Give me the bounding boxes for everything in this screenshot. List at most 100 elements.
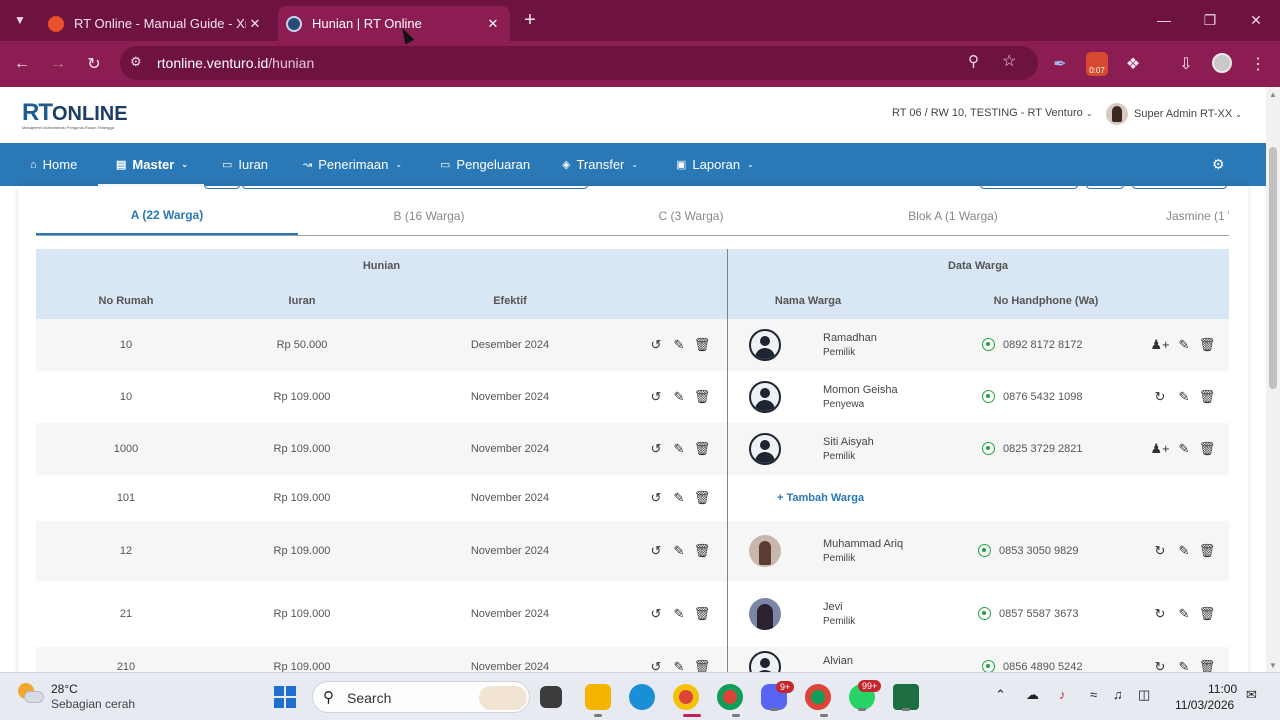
windows-start-icon[interactable]	[274, 686, 296, 708]
site-info-icon[interactable]: ⚙	[130, 54, 148, 72]
history-icon[interactable]: ↺	[648, 337, 664, 353]
trash-icon[interactable]: 🗑	[694, 337, 711, 353]
edit-icon[interactable]: ✎	[1176, 606, 1192, 622]
clipped-button[interactable]	[1132, 182, 1227, 189]
scroll-thumb[interactable]	[1269, 147, 1277, 389]
battery-icon[interactable]: ◫	[1138, 687, 1150, 703]
wifi-icon[interactable]: ≈	[1090, 687, 1097, 702]
clipped-button[interactable]	[1086, 182, 1124, 189]
nav-pengeluaran[interactable]: ▭ Pengeluaran	[440, 143, 530, 186]
trash-icon[interactable]: 🗑	[694, 441, 711, 457]
whatsapp-icon[interactable]	[982, 660, 995, 672]
clipped-button[interactable]	[980, 182, 1078, 189]
history-icon[interactable]: ↺	[648, 606, 664, 622]
whatsapp-icon[interactable]	[982, 338, 995, 351]
tab-close-icon[interactable]: ✕	[246, 16, 264, 32]
clipped-search-field[interactable]	[242, 182, 588, 189]
clipped-control[interactable]	[204, 182, 240, 189]
trash-icon[interactable]: 🗑	[1199, 659, 1216, 672]
address-bar[interactable]: ⚙ rtonline.venturo.id/hunian ⚲ ☆	[120, 46, 1038, 80]
edit-icon[interactable]: ✎	[671, 606, 687, 622]
url-text[interactable]: rtonline.venturo.id/hunian	[157, 55, 314, 71]
trash-icon[interactable]: 🗑	[694, 543, 711, 559]
add-person-icon[interactable]: ♟+	[1150, 441, 1169, 457]
trash-icon[interactable]: 🗑	[1199, 389, 1216, 405]
whatsapp-icon[interactable]	[978, 544, 991, 557]
reload-icon[interactable]: ↻	[81, 51, 107, 77]
refresh-icon[interactable]: ↻	[1152, 606, 1168, 622]
scroll-up-icon[interactable]: ▲	[1269, 90, 1277, 99]
close-window-icon[interactable]: ✕	[1236, 6, 1276, 34]
nav-iuran[interactable]: ▭ Iuran	[222, 143, 268, 186]
task-view-icon[interactable]	[540, 686, 562, 708]
tab-search-chevron-icon[interactable]: ▼	[6, 8, 34, 32]
onedrive-cloud-icon[interactable]: ☁	[1026, 687, 1039, 703]
tray-chevron-up-icon[interactable]: ⌃	[995, 687, 1006, 703]
feather-extension-icon[interactable]: ✒	[1047, 51, 1073, 77]
nav-penerimaan[interactable]: ↝ Penerimaan ⌄	[303, 143, 402, 186]
edit-icon[interactable]: ✎	[1176, 389, 1192, 405]
tab-close-icon[interactable]: ✕	[484, 16, 502, 32]
back-arrow-icon[interactable]: ←	[9, 51, 35, 77]
history-icon[interactable]: ↺	[648, 543, 664, 559]
tab-blok-c[interactable]: C (3 Warga)	[560, 196, 822, 235]
nav-master[interactable]: ▤ Master ⌄	[116, 143, 188, 186]
tab-blok-b[interactable]: B (16 Warga)	[298, 196, 560, 235]
whatsapp-icon[interactable]	[978, 607, 991, 620]
clock-date[interactable]: 11/03/2026	[1175, 698, 1234, 712]
volume-icon[interactable]: ♫	[1113, 687, 1123, 702]
trash-icon[interactable]: 🗑	[694, 659, 711, 672]
tab-jasmine[interactable]: Jasmine (1 W	[1084, 196, 1229, 235]
trash-icon[interactable]: 🗑	[694, 606, 711, 622]
microphone-icon[interactable]: ♪	[1059, 687, 1066, 702]
history-icon[interactable]: ↺	[648, 490, 664, 506]
nav-home[interactable]: ⌂ Home	[30, 143, 77, 186]
user-menu[interactable]: Super Admin RT-XX ⌄	[1106, 103, 1242, 125]
history-icon[interactable]: ↺	[648, 389, 664, 405]
rtonline-logo[interactable]: RTONLINE Manajemen Administrasi Pengurus…	[22, 99, 128, 130]
history-icon[interactable]: ↺	[648, 659, 664, 672]
edit-icon[interactable]: ✎	[671, 659, 687, 672]
profile-avatar[interactable]	[1212, 53, 1232, 73]
edit-icon[interactable]: ✎	[671, 389, 687, 405]
taskbar-search[interactable]: ⚲ Search	[312, 681, 530, 713]
edit-icon[interactable]: ✎	[671, 490, 687, 506]
extensions-puzzle-icon[interactable]: ❖	[1120, 51, 1146, 77]
add-person-icon[interactable]: ♟+	[1150, 337, 1169, 353]
nav-transfer[interactable]: ◈ Transfer ⌄	[562, 143, 638, 186]
zoom-magnifier-icon[interactable]: ⚲	[968, 52, 979, 70]
history-icon[interactable]: ↺	[648, 441, 664, 457]
forward-arrow-icon[interactable]: →	[45, 51, 71, 77]
bookmark-star-icon[interactable]: ☆	[1002, 51, 1016, 71]
warga-name[interactable]: Alvian	[823, 655, 853, 667]
refresh-icon[interactable]: ↻	[1152, 389, 1168, 405]
trash-icon[interactable]: 🗑	[1199, 606, 1216, 622]
trash-icon[interactable]: 🗑	[1199, 543, 1216, 559]
warga-name[interactable]: Momon Geisha	[823, 384, 898, 396]
settings-gear-icon[interactable]: ⚙	[1212, 156, 1225, 173]
edit-icon[interactable]: ✎	[1176, 337, 1192, 353]
warga-name[interactable]: Siti Aisyah	[823, 436, 874, 448]
chrome-secondary-icon[interactable]	[805, 684, 831, 717]
chrome-menu-icon[interactable]: ⋮	[1245, 51, 1271, 77]
tab-blok-a[interactable]: A (22 Warga)	[36, 196, 298, 235]
warga-name[interactable]: Ramadhan	[823, 332, 877, 344]
screen-recorder-icon[interactable]: 0:07	[1086, 52, 1108, 76]
edit-icon[interactable]: ✎	[671, 337, 687, 353]
notification-bell-icon[interactable]: ✉	[1246, 687, 1257, 703]
edge-browser-icon[interactable]	[629, 684, 655, 710]
restore-window-icon[interactable]: ❐	[1190, 6, 1230, 34]
download-icon[interactable]: ⇩	[1173, 51, 1199, 77]
whatsapp-icon[interactable]	[982, 442, 995, 455]
edit-icon[interactable]: ✎	[1176, 543, 1192, 559]
edit-icon[interactable]: ✎	[1176, 659, 1192, 672]
weather-description[interactable]: Sebagian cerah	[51, 697, 135, 711]
trash-icon[interactable]: 🗑	[1199, 337, 1216, 353]
trash-icon[interactable]: 🗑	[1199, 441, 1216, 457]
scroll-down-icon[interactable]: ▼	[1269, 661, 1277, 670]
page-scrollbar[interactable]: ▲ ▼	[1266, 87, 1280, 672]
warga-name[interactable]: Muhammad Ariq	[823, 538, 903, 550]
org-selector[interactable]: RT 06 / RW 10, TESTING - RT Venturo ⌄	[892, 107, 1093, 119]
whatsapp-icon[interactable]	[982, 390, 995, 403]
refresh-icon[interactable]: ↻	[1152, 543, 1168, 559]
